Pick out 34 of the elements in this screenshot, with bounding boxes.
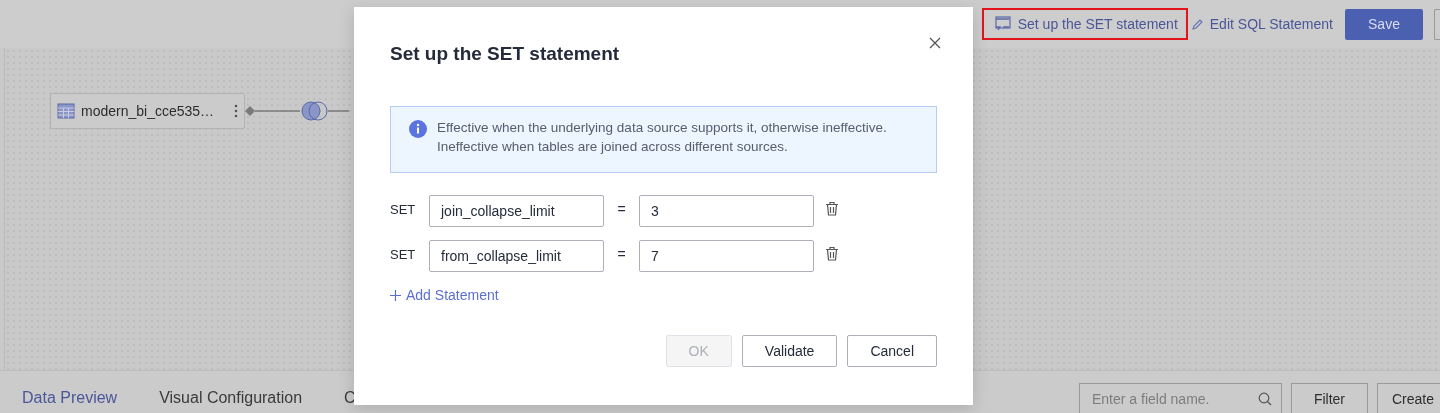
set-icon <box>993 16 1012 32</box>
pencil-icon <box>1191 18 1204 30</box>
info-text: Ineffective when tables are joined across different sources. <box>437 139 789 154</box>
table-icon <box>57 103 75 119</box>
save-button[interactable]: Save <box>1345 8 1423 40</box>
add-statement-link[interactable]: Add Statement <box>390 287 499 303</box>
search-icon <box>1257 392 1272 406</box>
table-name: modern_bi_cce535… <box>81 103 216 119</box>
set-statement-link[interactable]: Set up the SET statement <box>981 8 1188 40</box>
equals-sign: = <box>616 246 627 262</box>
parameter-field[interactable]: from_collapse_limit <box>429 240 604 272</box>
panel-tab[interactable]: Data Preview <box>22 389 118 413</box>
dialog-button[interactable]: Cancel <box>847 335 937 367</box>
search-field[interactable]: Enter a field name. <box>1078 383 1282 413</box>
equals-sign: = <box>616 201 627 217</box>
panel-tab[interactable]: Visual Configuration <box>159 389 303 413</box>
info-icon <box>409 120 427 138</box>
panel-button[interactable]: Create <box>1376 383 1440 413</box>
parameter-field[interactable]: join_collapse_limit <box>429 195 604 227</box>
value-field[interactable]: 7 <box>639 240 814 272</box>
plus-icon <box>390 289 401 301</box>
delete-icon[interactable] <box>825 200 839 216</box>
more-icon[interactable] <box>234 104 238 118</box>
delete-icon[interactable] <box>825 245 839 261</box>
dialog-button[interactable]: Validate <box>741 335 838 367</box>
dialog-title: Set up the SET statement <box>390 43 620 65</box>
edit-sql-link[interactable]: Edit SQL Statement <box>1189 8 1335 40</box>
table-node[interactable]: modern_bi_cce535… <box>50 93 245 129</box>
set-keyword: SET <box>390 246 417 262</box>
set-keyword: SET <box>390 201 417 217</box>
panel-button[interactable]: Filter <box>1290 383 1368 413</box>
info-text: Effective when the underlying data source supports it, otherwise ineffective. <box>437 120 887 135</box>
close-icon[interactable] <box>929 37 941 49</box>
value-field[interactable]: 3 <box>639 195 814 227</box>
